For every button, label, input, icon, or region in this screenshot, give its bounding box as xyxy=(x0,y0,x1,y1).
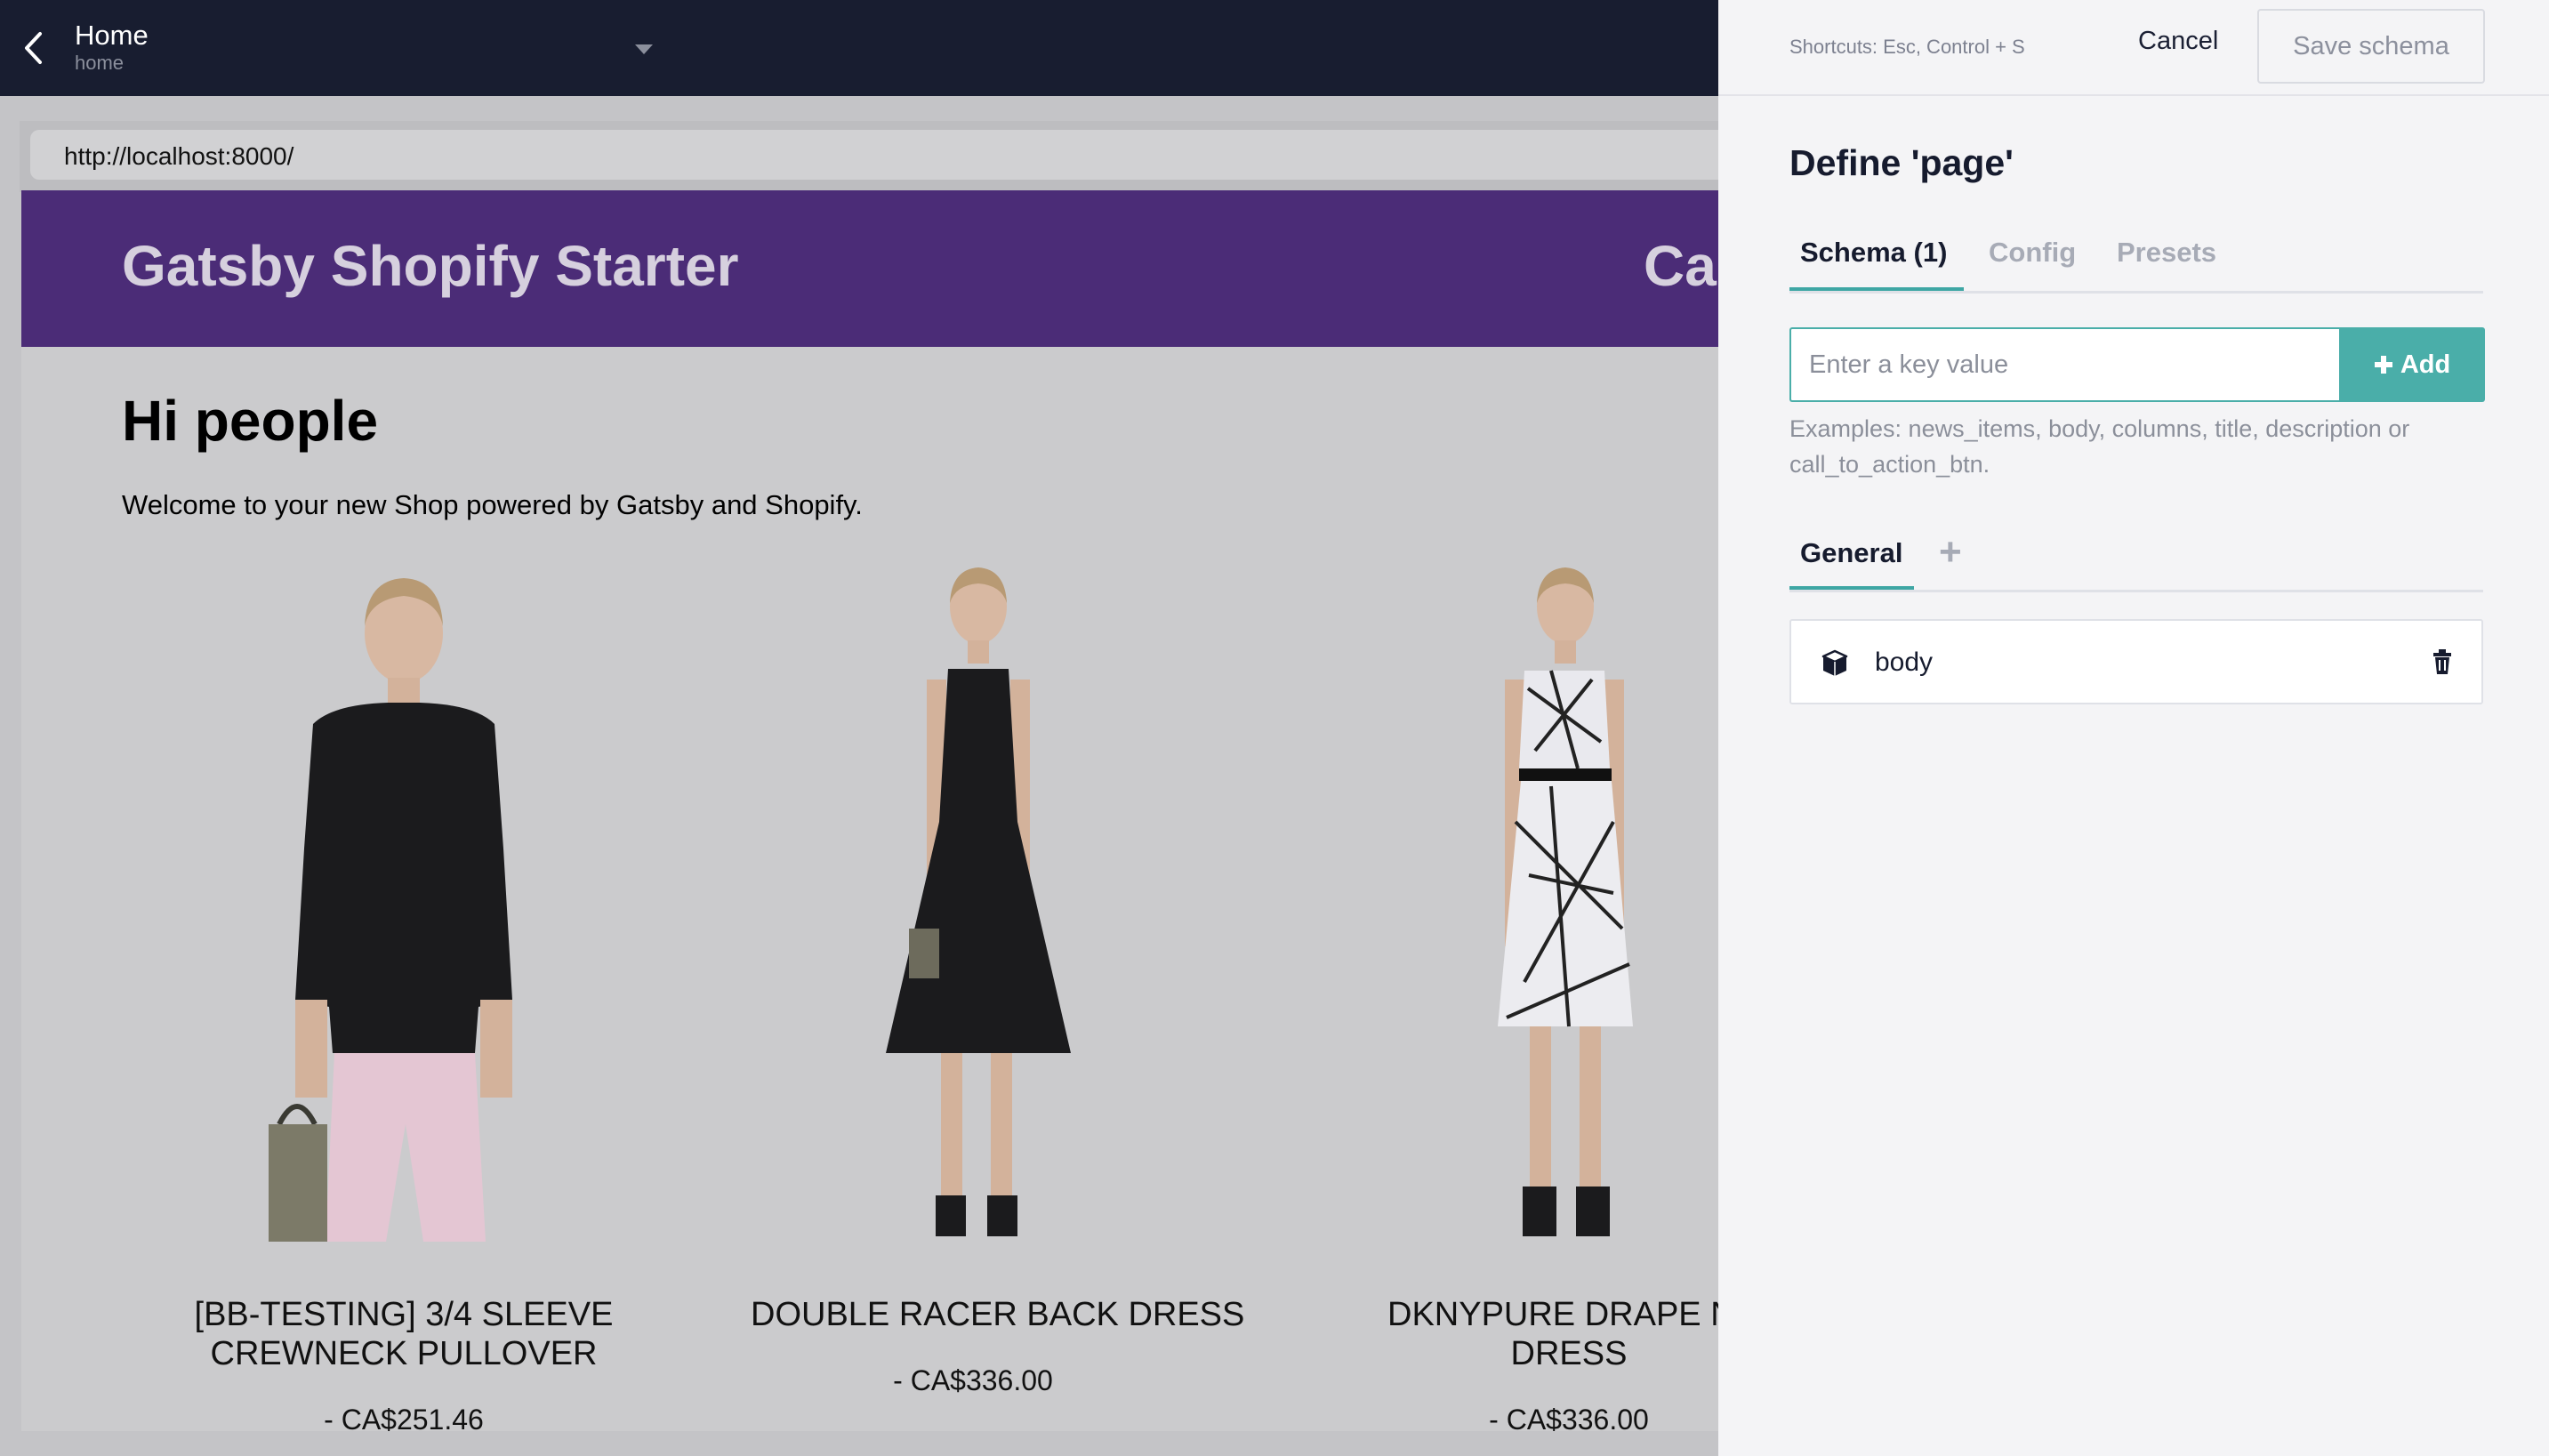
preview-url-bar: http://localhost:8000/ xyxy=(20,121,1718,192)
key-value-input[interactable] xyxy=(1789,327,2339,402)
page-title[interactable]: Home xyxy=(75,20,149,52)
trash-icon[interactable] xyxy=(2432,649,2453,674)
shortcuts-hint: Shortcuts: Esc, Control + S xyxy=(1789,36,2025,58)
site-cart-link[interactable]: Ca xyxy=(1644,233,1717,299)
page-handle: home xyxy=(75,52,125,74)
panel-title: Define 'page' xyxy=(1789,142,2014,183)
product-image xyxy=(173,555,635,1242)
tab-config[interactable]: Config xyxy=(1989,237,2076,269)
schema-field-row[interactable]: body xyxy=(1789,619,2483,704)
product-price: - CA$336.00 xyxy=(893,1364,1053,1396)
schema-panel: Shortcuts: Esc, Control + S Cancel Save … xyxy=(1718,0,2549,1456)
add-button-label: Add xyxy=(2400,350,2451,379)
panel-toolbar: Shortcuts: Esc, Control + S Cancel Save … xyxy=(1718,0,2549,96)
active-tab-indicator xyxy=(1789,287,1964,291)
hero-text: Welcome to your new Shop powered by Gats… xyxy=(122,489,863,520)
add-group-icon[interactable]: + xyxy=(1939,530,1962,575)
field-label: body xyxy=(1875,648,1934,677)
add-button[interactable]: Add xyxy=(2339,327,2485,402)
product-price: - CA$251.46 xyxy=(324,1404,484,1431)
preview-pane: http://localhost:8000/ Gatsby Shopify St… xyxy=(0,96,1718,1456)
panel-tabs: Schema (1) Config Presets xyxy=(1789,233,2483,294)
cancel-button[interactable]: Cancel xyxy=(2138,27,2218,56)
back-button[interactable] xyxy=(16,28,52,68)
tab-schema[interactable]: Schema (1) xyxy=(1800,237,1947,269)
save-schema-button[interactable]: Save schema xyxy=(2257,9,2485,84)
plus-icon xyxy=(2374,356,2392,374)
site-title[interactable]: Gatsby Shopify Starter xyxy=(122,233,739,299)
product-price: - CA$336.00 xyxy=(1489,1404,1649,1431)
product-title[interactable]: DOUBLE RACER BACK DRESS xyxy=(751,1295,1244,1334)
url-input[interactable]: http://localhost:8000/ xyxy=(30,130,1718,180)
url-text: http://localhost:8000/ xyxy=(64,142,294,170)
hero-heading: Hi people xyxy=(122,389,379,453)
page-dropdown-icon[interactable] xyxy=(635,44,653,54)
site-preview: Gatsby Shopify Starter Ca Hi people Welc… xyxy=(21,190,1718,1431)
group-tabs: General + xyxy=(1789,530,2483,592)
group-tab-general[interactable]: General xyxy=(1800,537,1902,569)
active-group-indicator xyxy=(1789,586,1914,590)
product-image xyxy=(751,555,1195,1242)
tab-presets[interactable]: Presets xyxy=(2117,237,2216,269)
cube-icon xyxy=(1821,649,1848,676)
top-bar: Home home xyxy=(0,0,1718,96)
chevron-left-icon xyxy=(25,32,42,64)
site-header: Gatsby Shopify Starter Ca xyxy=(21,190,1718,347)
product-title[interactable]: [BB-TESTING] 3/4 SLEEVE CREWNECK PULLOVE… xyxy=(173,1295,635,1373)
product-title[interactable]: DKNYPURE DRAPE NE DRESS xyxy=(1347,1295,1718,1373)
product-image xyxy=(1347,555,1718,1242)
examples-hint: Examples: news_items, body, columns, tit… xyxy=(1789,415,2410,478)
